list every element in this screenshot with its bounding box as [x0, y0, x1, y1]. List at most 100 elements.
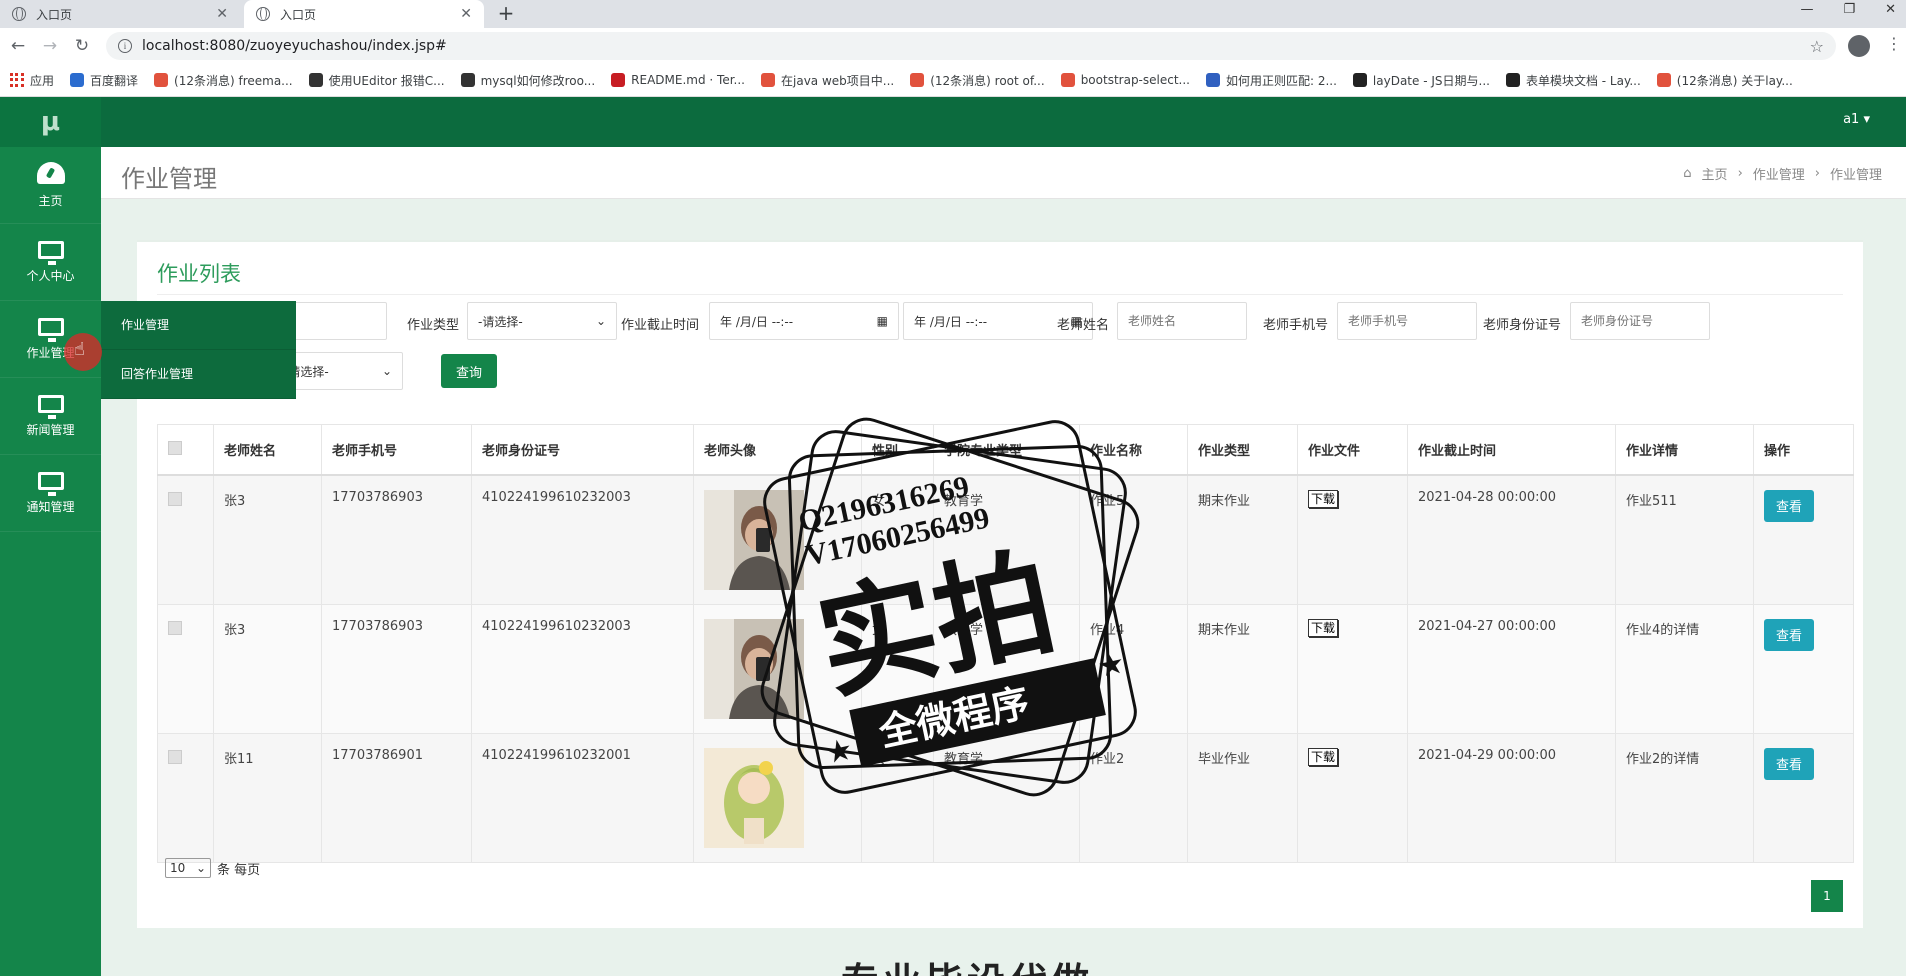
page-button-1[interactable]: 1: [1811, 880, 1843, 912]
row-checkbox[interactable]: [168, 491, 182, 506]
bookmark-favicon-icon: [1352, 73, 1367, 87]
breadcrumb: ⌂ 主页 › 作业管理 › 作业管理: [1683, 164, 1882, 183]
teacher-name-cell: 张3: [213, 603, 322, 734]
url-input[interactable]: i localhost:8080/zuoyeyuchashou/index.js…: [106, 32, 1836, 60]
query-button[interactable]: 查询: [441, 354, 497, 388]
submenu-item-answers[interactable]: 回答作业管理: [101, 350, 296, 399]
teacher-name-label: 老师姓名: [1057, 318, 1110, 333]
download-link[interactable]: 下载: [1308, 618, 1339, 637]
bookmark-label: (12条消息) freema...: [174, 73, 293, 88]
bookmark-item[interactable]: 表单模块文档 - Lay...: [1505, 72, 1641, 89]
monitor-icon: [37, 240, 64, 265]
deadline-label: 作业截止时间: [621, 318, 700, 333]
bookmarks-bar: 应用 百度翻译 (12条消息) freema... 使用UEditor 报错C... m…: [0, 64, 1906, 97]
calendar-icon[interactable]: ▦: [877, 314, 888, 328]
teacher-phone-label: 老师手机号: [1263, 318, 1329, 333]
hand-cursor-icon: [64, 333, 102, 371]
submenu-item-homework[interactable]: 作业管理: [101, 301, 296, 350]
bookmark-label: README.md · Ter...: [631, 73, 745, 87]
page-size-control: 10 ⌄ 条 每页: [165, 858, 260, 878]
teacher-name-input[interactable]: [1117, 302, 1247, 340]
new-tab-button[interactable]: +: [494, 2, 518, 26]
profile-avatar-icon[interactable]: [1848, 35, 1870, 57]
column-header: 作业文件: [1297, 424, 1408, 476]
teacher-name-cell: 张11: [213, 732, 322, 863]
bookmark-label: mysql如何修改roo...: [480, 73, 596, 88]
back-arrow-icon[interactable]: ←: [6, 34, 30, 58]
star-icon[interactable]: ☆: [1810, 37, 1824, 56]
bookmark-item[interactable]: (12条消息) root of...: [910, 72, 1045, 89]
bookmark-label: 如何用正则匹配: 2...: [1225, 73, 1337, 88]
bookmark-item[interactable]: 应用: [10, 72, 54, 89]
user-menu[interactable]: a1 ▾: [1843, 112, 1870, 127]
bookmark-label: (12条消息) 关于lay...: [1676, 73, 1793, 88]
view-button[interactable]: 查看: [1764, 747, 1814, 780]
bookmark-item[interactable]: 百度翻译: [70, 72, 138, 89]
teacher-phone-cell: 17703786903: [321, 474, 472, 605]
bookmark-item[interactable]: layDate - JS日期与...: [1352, 72, 1490, 89]
teacher-id-input[interactable]: [1570, 302, 1710, 340]
homework-type-select[interactable]: -请选择- ⌄: [467, 302, 617, 340]
download-link[interactable]: 下载: [1308, 489, 1339, 508]
page-size-select[interactable]: 10 ⌄: [165, 858, 211, 878]
homework-file-cell: 下载: [1297, 474, 1408, 605]
teacher-id-cell: 410224199610232001: [471, 732, 694, 863]
info-icon[interactable]: i: [118, 39, 132, 53]
url-text: localhost:8080/zuoyeyuchashou/index.jsp#: [142, 38, 447, 54]
sidebar-item-profile[interactable]: 个人中心: [0, 224, 101, 301]
more-menu-icon[interactable]: ⋮: [1886, 34, 1902, 53]
bookmark-item[interactable]: bootstrap-select...: [1060, 73, 1190, 87]
action-cell: 查看: [1753, 474, 1854, 605]
deadline-start-input[interactable]: 年 /月/日 --:-- ▦: [709, 302, 899, 340]
download-link[interactable]: 下载: [1308, 747, 1339, 766]
sidebar-item-news[interactable]: 新闻管理: [0, 378, 101, 455]
row-select-cell[interactable]: [157, 603, 214, 734]
detail-cell: 作业511: [1615, 474, 1754, 605]
browser-tab-1[interactable]: 入口页 ✕: [0, 0, 240, 28]
bookmark-label: 表单模块文档 - Lay...: [1525, 73, 1641, 88]
select-all-checkbox[interactable]: [168, 441, 182, 456]
chevron-down-icon: ⌄: [595, 314, 606, 328]
restore-icon[interactable]: ❐: [1843, 2, 1855, 17]
teacher-phone-input[interactable]: [1337, 302, 1477, 340]
chevron-down-icon: ⌄: [195, 861, 206, 875]
bookmark-item[interactable]: README.md · Ter...: [611, 73, 745, 87]
bookmark-favicon-icon: [761, 73, 775, 87]
teacher-phone-cell: 17703786903: [321, 603, 472, 734]
sidebar-item-home[interactable]: 主页: [0, 147, 101, 224]
bookmark-item[interactable]: mysql如何修改roo...: [460, 72, 596, 89]
reload-icon[interactable]: ↻: [70, 34, 94, 58]
forward-arrow-icon[interactable]: →: [38, 34, 62, 58]
breadcrumb-item[interactable]: 作业管理: [1753, 164, 1805, 183]
breadcrumb-item[interactable]: 主页: [1702, 164, 1728, 183]
bookmark-item[interactable]: (12条消息) 关于lay...: [1656, 72, 1793, 89]
bookmark-item[interactable]: 使用UEditor 报错C...: [308, 72, 445, 89]
select-all-cell[interactable]: [157, 424, 214, 476]
page-title: 作业管理: [121, 165, 217, 193]
sidebar-item-notice[interactable]: 通知管理: [0, 455, 101, 532]
close-icon[interactable]: ✕: [460, 6, 472, 22]
view-button[interactable]: 查看: [1764, 618, 1814, 651]
sidebar-item-label: 主页: [38, 193, 63, 208]
minimize-icon[interactable]: —: [1800, 2, 1813, 17]
row-checkbox[interactable]: [168, 620, 182, 635]
close-window-icon[interactable]: ✕: [1885, 2, 1896, 17]
row-select-cell[interactable]: [157, 474, 214, 605]
bookmark-item[interactable]: 如何用正则匹配: 2...: [1205, 72, 1337, 89]
teacher-name-cell: 张3: [213, 474, 322, 605]
homework-submenu: 作业管理 回答作业管理: [101, 301, 296, 399]
view-button[interactable]: 查看: [1764, 489, 1814, 522]
bookmark-label: (12条消息) root of...: [930, 73, 1045, 88]
sidebar: μ 主页 个人中心 作业管理 新闻管理 通知管理: [0, 97, 101, 976]
row-checkbox[interactable]: [168, 749, 182, 764]
sidebar-item-label: 新闻管理: [26, 422, 75, 437]
bookmark-item[interactable]: (12条消息) freema...: [154, 72, 293, 89]
row-select-cell[interactable]: [157, 732, 214, 863]
bookmark-favicon-icon: [910, 73, 925, 87]
close-icon[interactable]: ✕: [216, 6, 228, 22]
browser-tab-2[interactable]: 入口页 ✕: [244, 0, 484, 28]
bookmark-favicon-icon: [70, 73, 85, 87]
bookmark-favicon-icon: [1060, 73, 1075, 87]
deadline-cell: 2021-04-29 00:00:00: [1407, 732, 1616, 863]
bookmark-item[interactable]: 在java web项目中...: [761, 72, 894, 89]
